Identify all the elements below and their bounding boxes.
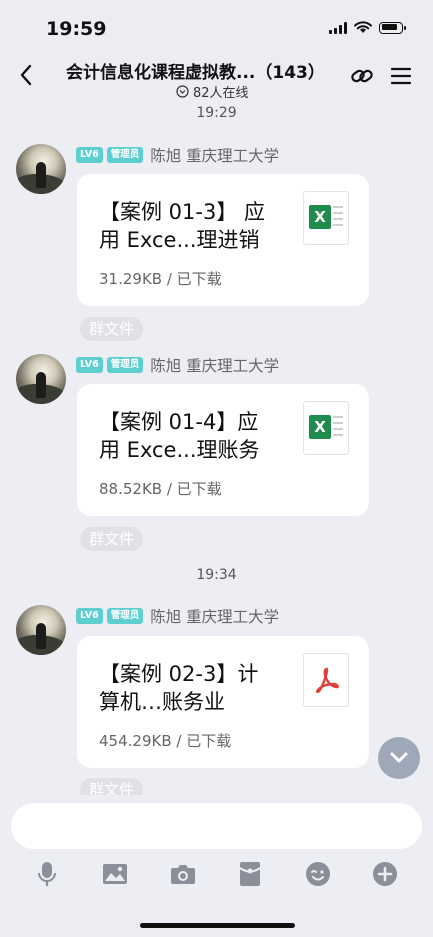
emoji-button[interactable] <box>301 857 335 891</box>
sender-name[interactable]: 陈旭 重庆理工大学 <box>150 144 279 166</box>
file-message-bubble[interactable]: 【案例 01-3】 应用 Exce...理进销 31.29KB / 已下载 X <box>77 174 369 306</box>
composer <box>0 795 433 937</box>
link-icon <box>351 69 373 83</box>
sender-meta: LV6 管理员 陈旭 重庆理工大学 <box>76 144 279 166</box>
status-icons <box>329 21 406 34</box>
camera-button[interactable] <box>166 857 200 891</box>
chevron-down-circle-icon <box>176 85 189 98</box>
message-input[interactable] <box>11 803 422 849</box>
red-packet-icon <box>239 862 261 886</box>
red-packet-button[interactable] <box>233 857 267 891</box>
voice-button[interactable] <box>30 857 64 891</box>
battery-icon <box>379 21 406 34</box>
sender-meta: LV6 管理员 陈旭 重庆理工大学 <box>76 605 279 627</box>
group-link-button[interactable] <box>348 62 376 90</box>
group-file-tag[interactable]: 群文件 <box>80 778 144 795</box>
chat-header: 会计信息化课程虚拟教...（143） 82人在线 <box>0 54 433 101</box>
file-size: 31.29KB / 已下载 <box>99 270 222 288</box>
level-badge: LV6 <box>76 608 103 624</box>
sender-meta: LV6 管理员 陈旭 重庆理工大学 <box>76 354 279 376</box>
file-size: 454.29KB / 已下载 <box>99 732 232 750</box>
composer-toolbar <box>0 857 433 891</box>
image-icon <box>103 864 127 884</box>
more-button[interactable] <box>368 857 402 891</box>
avatar[interactable] <box>16 605 66 655</box>
level-badge: LV6 <box>76 147 103 163</box>
microphone-icon <box>38 862 56 886</box>
file-message-bubble[interactable]: 【案例 02-3】计算机…账务业 454.29KB / 已下载 <box>77 636 369 768</box>
chevron-down-icon <box>390 752 408 763</box>
online-count[interactable]: 82人在线 <box>176 82 249 101</box>
group-file-tag[interactable]: 群文件 <box>80 317 144 341</box>
wifi-icon <box>354 21 372 33</box>
status-time: 19:59 <box>46 18 107 40</box>
avatar[interactable] <box>16 144 66 194</box>
signal-icon <box>329 21 347 34</box>
back-button[interactable] <box>14 60 38 90</box>
status-bar: 19:59 <box>0 0 433 54</box>
message-timestamp: 19:34 <box>196 567 237 583</box>
online-count-label: 82人在线 <box>193 86 249 101</box>
file-size: 88.52KB / 已下载 <box>99 480 222 498</box>
file-name: 【案例 02-3】计算机…账务业 <box>99 662 259 714</box>
emoji-icon <box>306 862 330 886</box>
file-name: 【案例 01-4】应用 Exce...理账务 <box>99 410 260 462</box>
pdf-file-icon <box>303 653 349 707</box>
sender-name[interactable]: 陈旭 重庆理工大学 <box>150 605 279 627</box>
file-name: 【案例 01-3】 应用 Exce...理进销 <box>99 200 266 252</box>
message-list[interactable]: 19:29 LV6 管理员 陈旭 重庆理工大学 【案例 01-3】 应用 Exc… <box>0 100 433 795</box>
file-message-bubble[interactable]: 【案例 01-4】应用 Exce...理账务 88.52KB / 已下载 X <box>77 384 369 516</box>
scroll-to-bottom-button[interactable] <box>378 737 420 779</box>
chevron-left-icon <box>20 64 32 86</box>
message-timestamp: 19:29 <box>196 105 237 121</box>
plus-icon <box>373 862 397 886</box>
group-file-tag[interactable]: 群文件 <box>80 527 144 551</box>
menu-icon <box>390 67 412 85</box>
avatar[interactable] <box>16 354 66 404</box>
home-indicator <box>140 923 295 928</box>
role-badge: 管理员 <box>106 608 144 624</box>
role-badge: 管理员 <box>106 357 144 373</box>
sender-name[interactable]: 陈旭 重庆理工大学 <box>150 354 279 376</box>
image-button[interactable] <box>98 857 132 891</box>
excel-file-icon: X <box>303 191 349 245</box>
menu-button[interactable] <box>387 62 415 90</box>
level-badge: LV6 <box>76 357 103 373</box>
role-badge: 管理员 <box>106 147 144 163</box>
camera-icon <box>171 865 195 884</box>
excel-file-icon: X <box>303 401 349 455</box>
chat-title[interactable]: 会计信息化课程虚拟教...（143） <box>66 58 336 83</box>
